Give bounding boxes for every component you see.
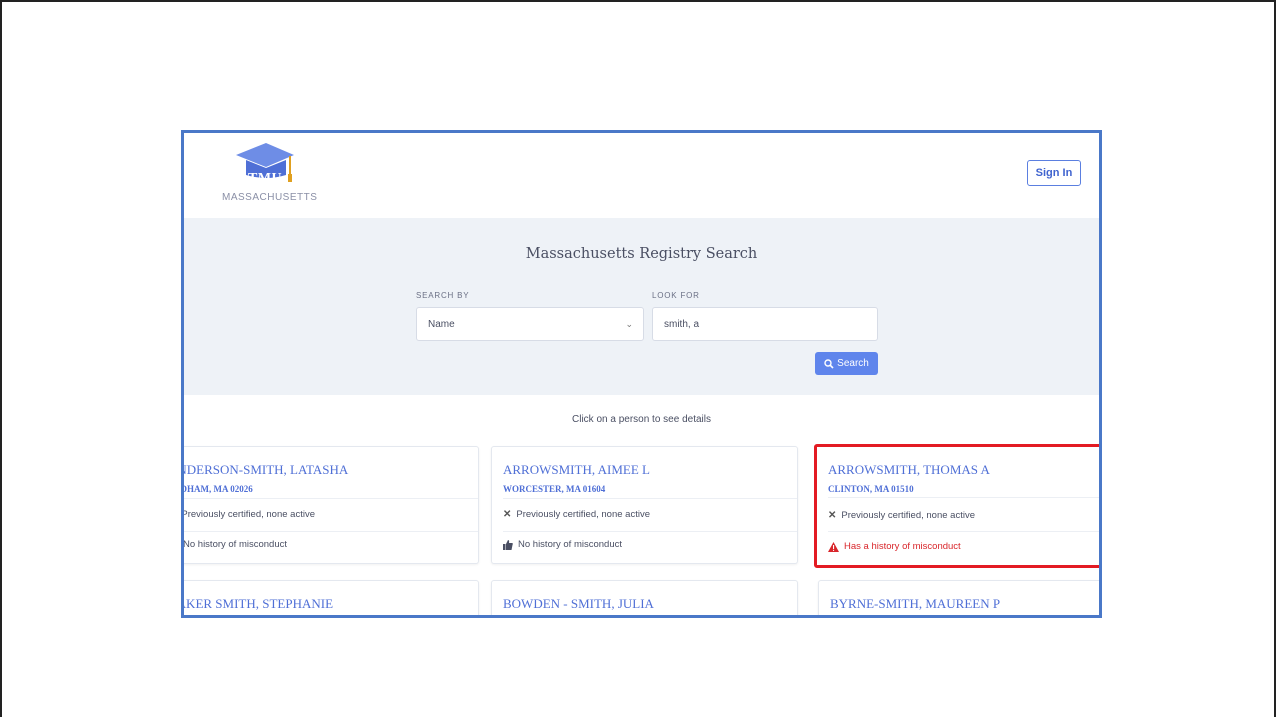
certification-status: ✕ Previously certified, none active [503,509,650,520]
result-card[interactable]: ANDERSON-SMITH, LATASHA DEDHAM, MA 02026… [181,446,479,564]
certification-text: Previously certified, none active [181,509,315,520]
result-card[interactable]: ARROWSMITH, AIMEE L WORCESTER, MA 01604 … [491,446,798,564]
search-button[interactable]: Search [815,352,878,375]
tmu-logo[interactable]: TMU MASSACHUSETTS [206,141,318,211]
chevron-down-icon: ⌄ [625,319,633,329]
registry-screenshot: TMU MASSACHUSETTS Sign In Massachusetts … [181,130,1102,618]
result-card[interactable]: BOWDEN - SMITH, JULIA [491,580,798,615]
search-by-value: Name [428,318,455,330]
certification-status: ✕ Previously certified, none active [828,510,975,521]
misconduct-text: No history of misconduct [518,539,623,550]
sign-in-button[interactable]: Sign In [1027,160,1081,186]
search-button-label: Search [837,358,869,369]
certification-status: ✕ Previously certified, none active [181,509,315,520]
misconduct-status: No history of misconduct [503,539,622,550]
person-location: DEDHAM, MA 02026 [181,484,253,494]
thumbs-up-icon [503,539,513,550]
logo-text: TMU [248,171,283,186]
misconduct-text: Has a history of misconduct [844,541,961,552]
person-name: BOWDEN - SMITH, JULIA [503,596,654,611]
look-for-value: smith, a [664,318,700,330]
person-location: CLINTON, MA 01510 [828,484,914,494]
search-by-select[interactable]: Name ⌄ [416,307,644,341]
person-name: BAKER SMITH, STEPHANIE [181,596,334,611]
warning-icon [828,541,839,552]
person-name: ARROWSMITH, AIMEE L [503,462,650,477]
state-label: MASSACHUSETTS [222,192,318,203]
results-hint: Click on a person to see details [572,414,711,425]
search-icon [824,358,834,369]
x-icon: ✕ [503,509,512,520]
result-card-highlighted[interactable]: ARROWSMITH, THOMAS A CLINTON, MA 01510 ✕… [814,444,1099,568]
certification-text: Previously certified, none active [841,510,975,521]
result-card[interactable]: BAKER SMITH, STEPHANIE [181,580,479,615]
person-name: ANDERSON-SMITH, LATASHA [181,462,349,477]
look-for-label: LOOK FOR [652,291,700,300]
certification-text: Previously certified, none active [516,509,650,520]
person-name: BYRNE-SMITH, MAUREEN P [830,596,1001,611]
search-by-label: SEARCH BY [416,291,470,300]
page-title: Massachusetts Registry Search [525,246,758,262]
person-location: WORCESTER, MA 01604 [503,484,606,494]
look-for-input[interactable]: smith, a [652,307,878,341]
search-panel: Massachusetts Registry Search SEARCH BY … [184,218,1099,395]
misconduct-status: Has a history of misconduct [828,541,961,552]
person-name: ARROWSMITH, THOMAS A [828,462,990,477]
misconduct-status: No history of misconduct [183,539,288,550]
result-card[interactable]: BYRNE-SMITH, MAUREEN P [818,580,1099,615]
x-icon: ✕ [828,510,837,521]
top-nav: TMU MASSACHUSETTS Sign In [184,133,1099,218]
misconduct-text: No history of misconduct [183,539,288,550]
